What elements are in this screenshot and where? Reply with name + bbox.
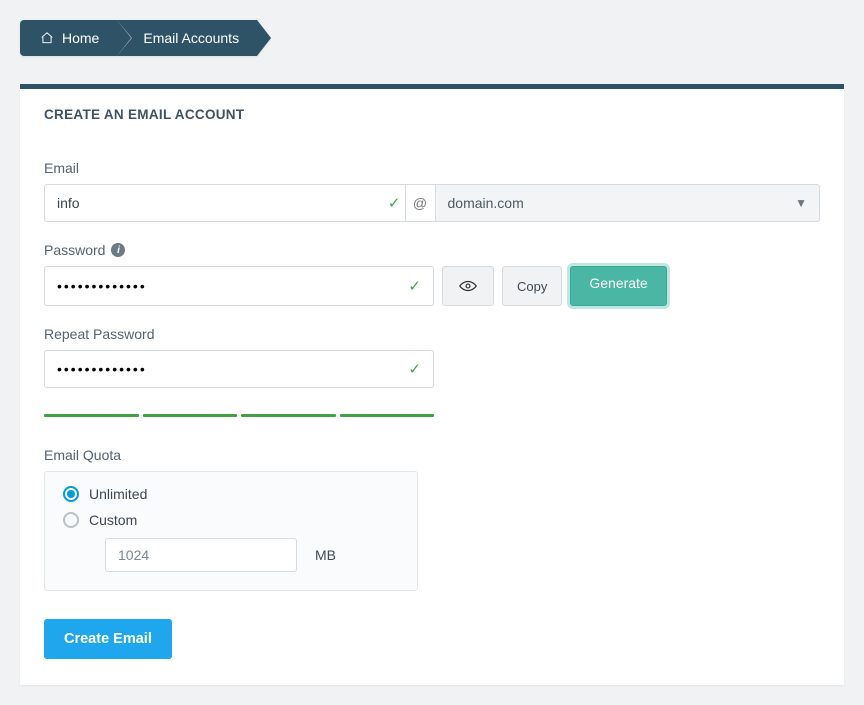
- quota-unit: MB: [315, 547, 336, 563]
- domain-select[interactable]: domain.com ▼: [436, 184, 821, 222]
- repeat-password-input[interactable]: [45, 351, 404, 387]
- repeat-password-label: Repeat Password: [44, 326, 820, 342]
- field-email: Email ✓ @ domain.com ▼: [44, 160, 820, 222]
- check-icon: ✓: [404, 277, 425, 295]
- domain-select-value: domain.com: [448, 195, 524, 211]
- breadcrumb-current[interactable]: Email Accounts: [117, 20, 257, 56]
- reveal-password-button[interactable]: [442, 266, 494, 306]
- quota-label: Email Quota: [44, 447, 820, 463]
- quota-custom-label: Custom: [89, 512, 137, 528]
- field-password: Password i ✓ Copy Generate: [44, 242, 820, 306]
- check-icon: ✓: [404, 360, 425, 378]
- password-strength-meter: [44, 414, 434, 417]
- quota-custom-radio[interactable]: [63, 512, 79, 528]
- email-label: Email: [44, 160, 820, 176]
- check-icon: ✓: [384, 194, 405, 212]
- copy-label: Copy: [517, 279, 547, 294]
- email-local-wrap: ✓: [44, 184, 406, 222]
- quota-custom-value-input[interactable]: [105, 538, 297, 572]
- generate-password-button[interactable]: Generate: [570, 266, 666, 306]
- email-local-input[interactable]: [45, 185, 384, 221]
- breadcrumb: Home Email Accounts: [20, 20, 844, 56]
- quota-box: Unlimited Custom MB: [44, 471, 418, 591]
- quota-custom-option[interactable]: Custom: [63, 512, 399, 528]
- breadcrumb-home-label: Home: [62, 30, 99, 46]
- breadcrumb-home[interactable]: Home: [20, 20, 117, 56]
- password-input[interactable]: [45, 268, 404, 304]
- panel-create-email: CREATE AN EMAIL ACCOUNT Email ✓ @ domain…: [20, 84, 844, 685]
- breadcrumb-current-label: Email Accounts: [143, 30, 239, 46]
- chevron-down-icon: ▼: [795, 196, 807, 210]
- password-input-wrap: ✓: [44, 266, 434, 306]
- quota-unlimited-label: Unlimited: [89, 486, 147, 502]
- copy-password-button[interactable]: Copy: [502, 266, 562, 306]
- quota-unlimited-radio[interactable]: [63, 486, 79, 502]
- at-symbol: @: [406, 184, 436, 222]
- password-label: Password: [44, 242, 105, 258]
- create-email-button[interactable]: Create Email: [44, 619, 172, 659]
- generate-label: Generate: [589, 275, 647, 291]
- panel-title: CREATE AN EMAIL ACCOUNT: [44, 107, 820, 122]
- repeat-password-wrap: ✓: [44, 350, 434, 388]
- quota-unlimited-option[interactable]: Unlimited: [63, 486, 399, 502]
- create-email-label: Create Email: [64, 631, 152, 647]
- eye-icon: [459, 280, 477, 292]
- home-icon: [40, 31, 54, 45]
- info-icon[interactable]: i: [111, 243, 125, 257]
